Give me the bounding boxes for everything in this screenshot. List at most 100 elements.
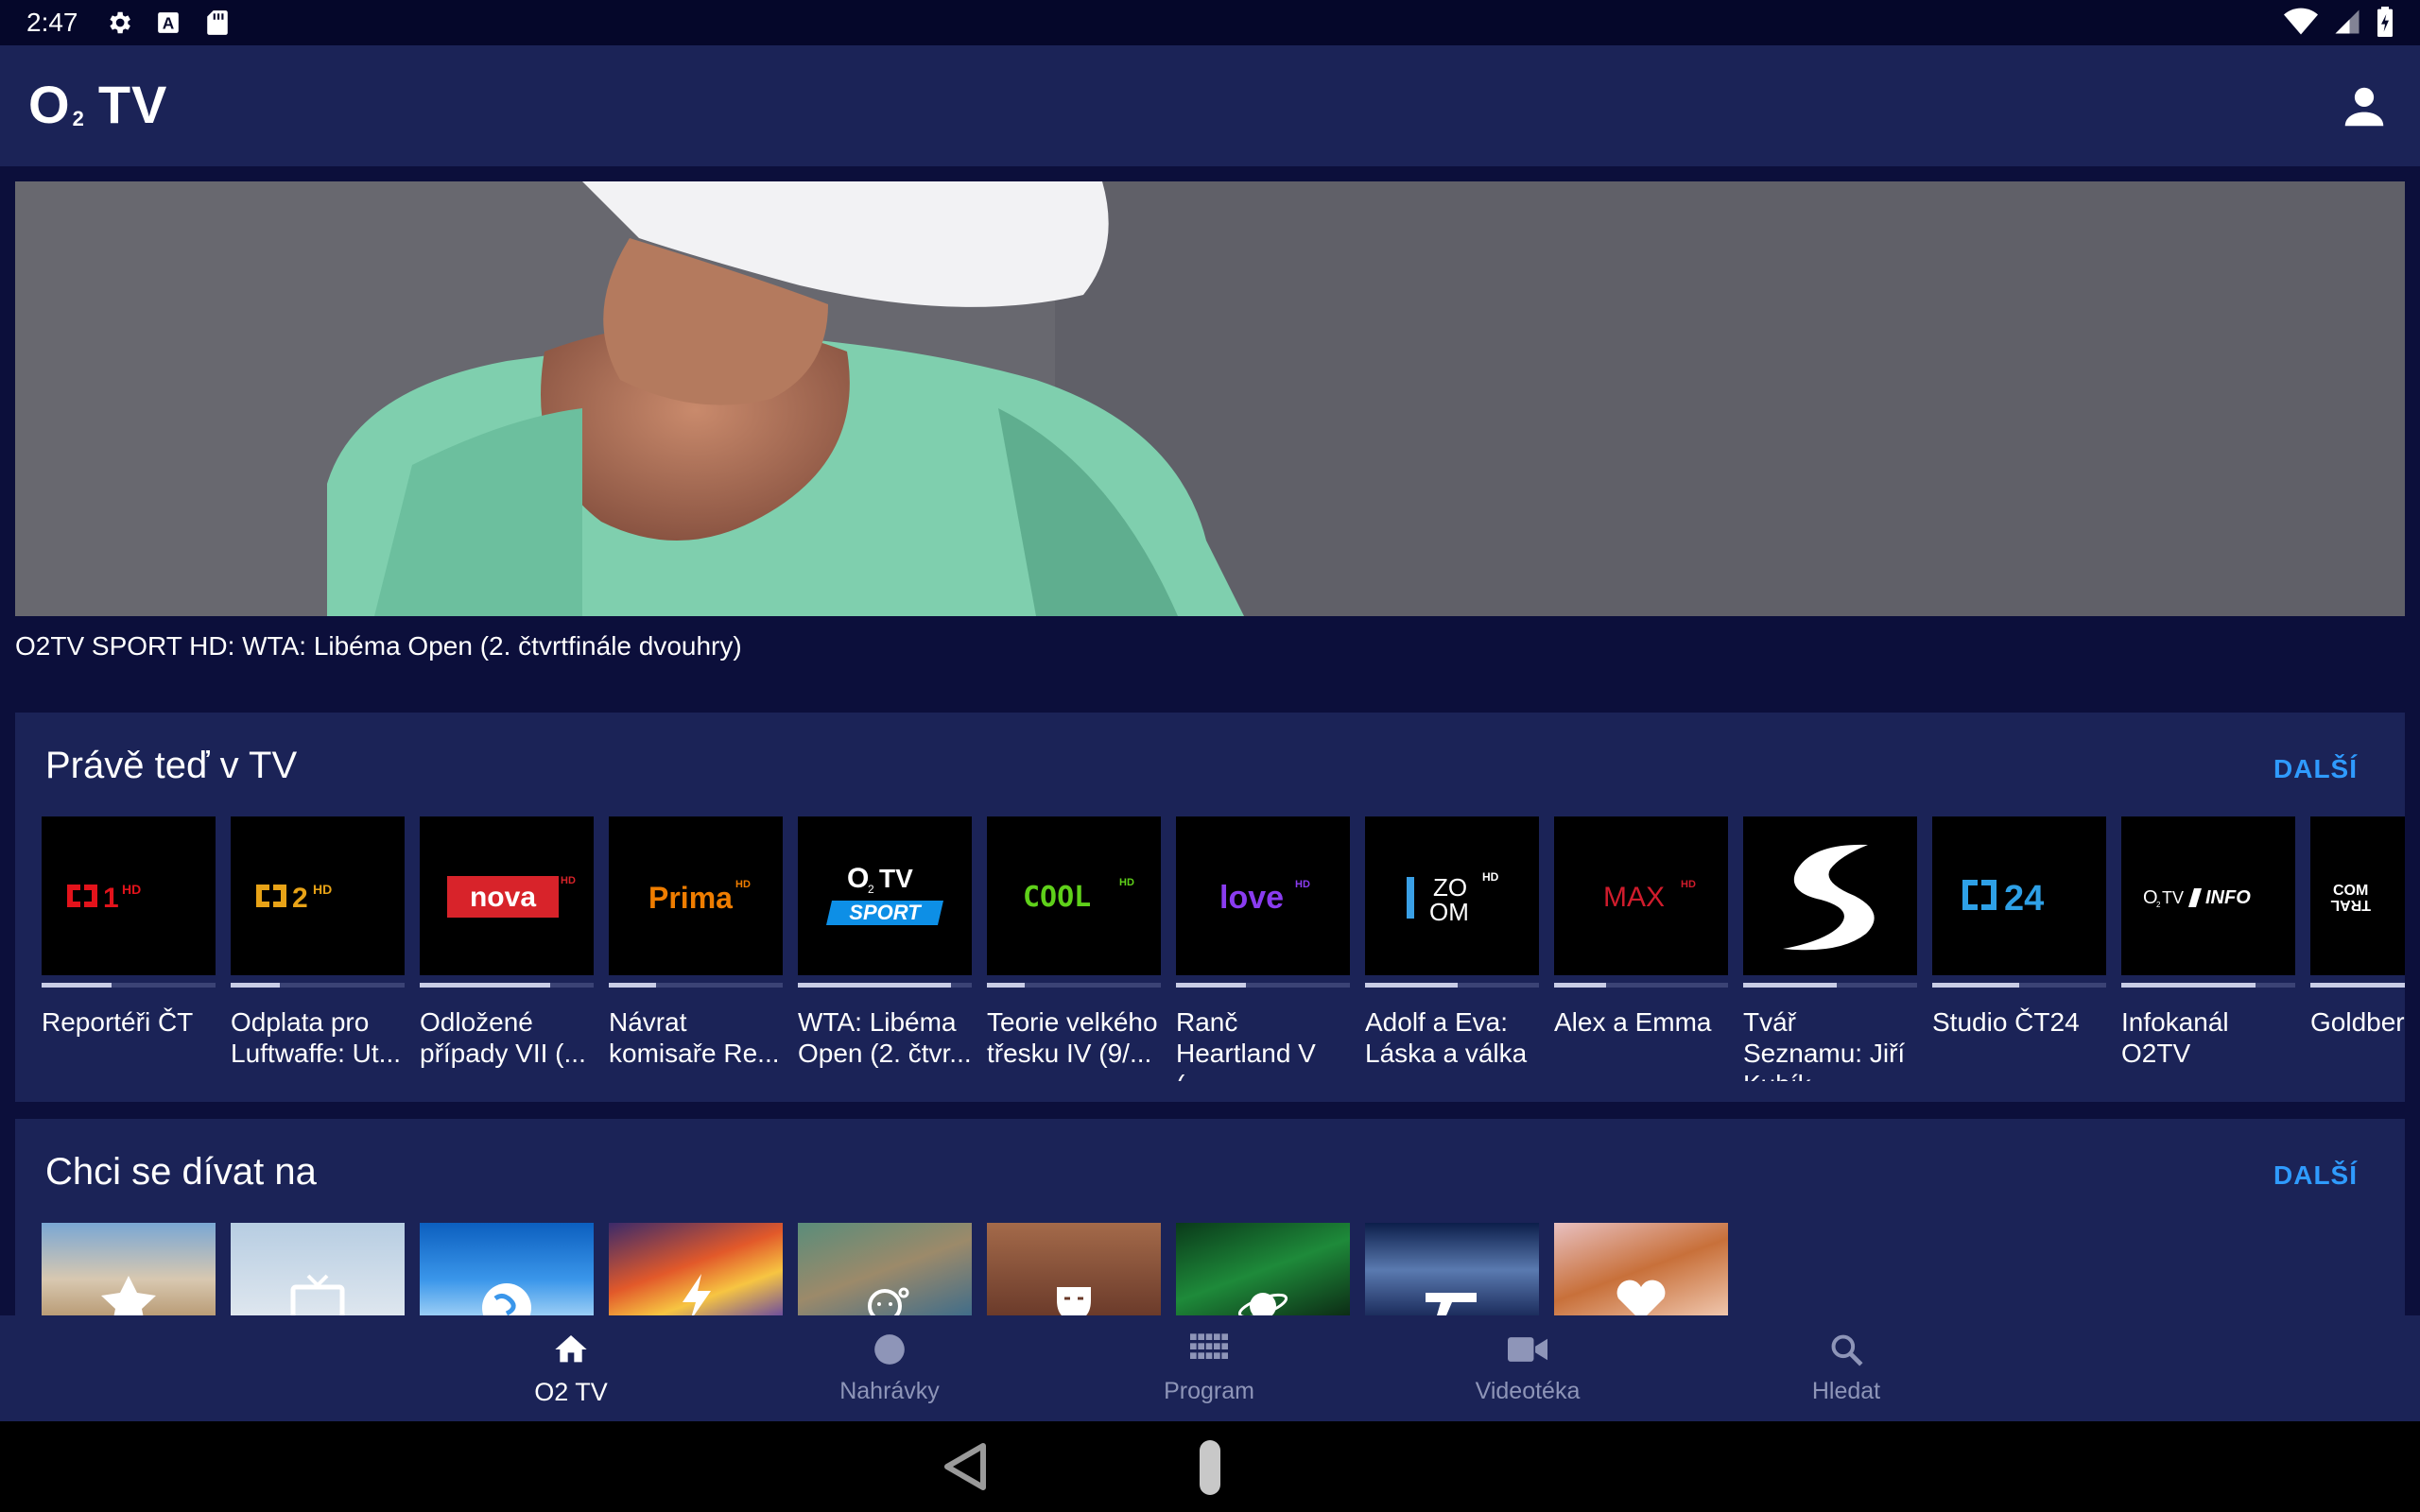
svg-text:SPORT: SPORT	[849, 901, 922, 924]
progress-bar	[2310, 983, 2405, 988]
progress-bar	[1743, 983, 1917, 988]
nav-label: Nahrávky	[839, 1378, 940, 1404]
progress-bar	[798, 983, 972, 988]
progress-bar	[231, 983, 405, 988]
program-title: Reportéři ČT	[42, 1007, 194, 1037]
nav-nahravky[interactable]: Nahrávky	[795, 1329, 984, 1405]
section-title: Chci se dívat na	[45, 1151, 317, 1193]
cell-signal-icon	[2333, 8, 2361, 41]
channel-card-prima-love[interactable]: love HD Ranč Heartland V (...	[1176, 816, 1350, 1081]
genre-tile-crime[interactable]	[1365, 1223, 1539, 1317]
program-title: Adolf a Eva: Láska a válka	[1365, 1007, 1528, 1068]
channel-logo-ct1: 1 HD	[42, 816, 216, 975]
logo-tv: TV	[97, 75, 168, 134]
program-title: Studio ČT24	[1932, 1007, 2080, 1037]
video-camera-icon	[1433, 1329, 1622, 1370]
channel-card-ct2[interactable]: 2 HD Odplata pro Luftwaffe: Ut...	[231, 816, 405, 1069]
logo-sub: 2	[72, 107, 85, 130]
o2-tv-logo[interactable]: O 2 TV	[28, 74, 167, 135]
channel-logo-prima-love: love HD	[1176, 816, 1350, 975]
genre-tile-action[interactable]	[609, 1223, 783, 1317]
genre-tile-scifi[interactable]	[1176, 1223, 1350, 1317]
heart-icon	[1616, 1280, 1666, 1317]
genre-tile-drama[interactable]	[987, 1223, 1161, 1317]
genre-tile-globe[interactable]	[420, 1223, 594, 1317]
baby-icon	[868, 1287, 909, 1317]
progress-bar	[609, 983, 783, 988]
channel-carousel[interactable]: 1 HD Reportéři ČT 2 HD Odplata pro Luftwaf…	[42, 816, 2405, 1081]
svg-text:COOL: COOL	[1023, 881, 1091, 914]
channel-card-prima[interactable]: Prima HD Návrat komisaře Re...	[609, 816, 783, 1069]
now-on-tv-section: Právě teď v TV DALŠÍ 1 HD Reportéři ČT 2H…	[15, 713, 2405, 1102]
genre-tile-tv[interactable]	[231, 1223, 405, 1317]
svg-text:HD: HD	[122, 882, 141, 897]
genre-carousel[interactable]	[42, 1223, 2405, 1317]
svg-text:HD: HD	[1681, 879, 1696, 890]
channel-card-comedy-central[interactable]: COMTRAL Goldberg (15)	[2310, 816, 2405, 1038]
progress-bar	[1932, 983, 2106, 988]
section-title: Právě teď v TV	[45, 745, 298, 786]
progress-bar	[987, 983, 1161, 988]
channel-logo-comedy-central: COM TRAL	[2310, 816, 2405, 975]
wifi-icon	[2284, 8, 2318, 41]
svg-text:HD: HD	[735, 879, 751, 890]
channel-card-prima-zoom[interactable]: ZO OM HD Adolf a Eva: Láska a válka	[1365, 816, 1539, 1069]
svg-text:O: O	[847, 863, 869, 894]
live-video-player[interactable]	[15, 181, 2405, 616]
svg-text:TV: TV	[879, 864, 913, 893]
program-title: Návrat komisaře Re...	[609, 1007, 780, 1068]
keyboard-a-icon: A	[152, 7, 184, 39]
home-pill[interactable]	[1200, 1440, 1220, 1495]
channel-card-prima-cool[interactable]: COOL HD Teorie velkého třesku IV (9/...	[987, 816, 1161, 1069]
record-icon	[795, 1329, 984, 1370]
hero-caption: O2TV SPORT HD: WTA: Libéma Open (2. čtvr…	[15, 631, 742, 661]
nav-label: Videotéka	[1475, 1378, 1581, 1404]
channel-card-prima-max[interactable]: MAX HD Alex a Emma	[1554, 816, 1728, 1038]
svg-text:2: 2	[868, 883, 874, 896]
genre-tile-star[interactable]	[42, 1223, 216, 1317]
nav-label: Program	[1164, 1378, 1254, 1404]
nav-videoteka[interactable]: Videotéka	[1433, 1329, 1622, 1405]
progress-bar	[1554, 983, 1728, 988]
nav-label: O2 TV	[534, 1378, 608, 1406]
system-navigation-bar	[0, 1421, 2420, 1512]
progress-bar	[1176, 983, 1350, 988]
progress-bar	[1365, 983, 1539, 988]
more-button[interactable]: DALŠÍ	[2273, 1160, 2358, 1191]
program-title: Goldberg (15)	[2310, 1007, 2405, 1037]
app-bar: O 2 TV	[0, 45, 2420, 166]
more-button[interactable]: DALŠÍ	[2273, 754, 2358, 784]
status-time: 2:47	[26, 8, 78, 37]
genre-tile-kids[interactable]	[798, 1223, 972, 1317]
channel-card-o2-info[interactable]: O 2 TV INFO Infokanál O2TV	[2121, 816, 2295, 1069]
channel-card-o2-sport[interactable]: O 2 TV SPORT WTA: Libéma Open (2. čtvr...	[798, 816, 972, 1069]
genre-tile-romance[interactable]	[1554, 1223, 1728, 1317]
person-icon[interactable]	[2339, 81, 2390, 132]
channel-card-nova[interactable]: nova HD Odložené případy VII (...	[420, 816, 594, 1069]
svg-text:1: 1	[103, 883, 119, 914]
channel-logo-o2-info: O 2 TV INFO	[2121, 816, 2295, 975]
progress-bar	[2121, 983, 2295, 988]
lightning-icon	[683, 1274, 711, 1317]
svg-text:love: love	[1219, 880, 1284, 916]
channel-logo-prima-cool: COOL HD	[987, 816, 1161, 975]
settings-icon	[103, 7, 135, 39]
gun-icon	[1426, 1293, 1477, 1315]
status-bar: 2:47 A	[0, 0, 2420, 45]
channel-card-ct24[interactable]: 24 Studio ČT24	[1932, 816, 2106, 1038]
nav-program[interactable]: Program	[1115, 1329, 1304, 1405]
svg-text:OM: OM	[1429, 898, 1469, 926]
svg-text:TV: TV	[2162, 888, 2184, 907]
svg-text:MAX: MAX	[1603, 882, 1665, 913]
nav-label: Hledat	[1811, 1378, 1881, 1404]
svg-text:TRAL: TRAL	[2330, 897, 2371, 913]
nav-hledat[interactable]: Hledat	[1752, 1329, 1941, 1405]
channel-card-seznam[interactable]: Tvář Seznamu: Jiří Kubík	[1743, 816, 1917, 1081]
channel-card-ct1[interactable]: 1 HD Reportéři ČT	[42, 816, 216, 1038]
program-title: Ranč Heartland V (...	[1176, 1007, 1316, 1081]
channel-logo-prima-zoom: ZO OM HD	[1365, 816, 1539, 975]
svg-text:HD: HD	[1295, 879, 1310, 890]
back-icon[interactable]	[942, 1442, 991, 1491]
nav-o2-tv[interactable]: O2 TV	[476, 1329, 666, 1407]
svg-text:HD: HD	[1119, 877, 1134, 888]
